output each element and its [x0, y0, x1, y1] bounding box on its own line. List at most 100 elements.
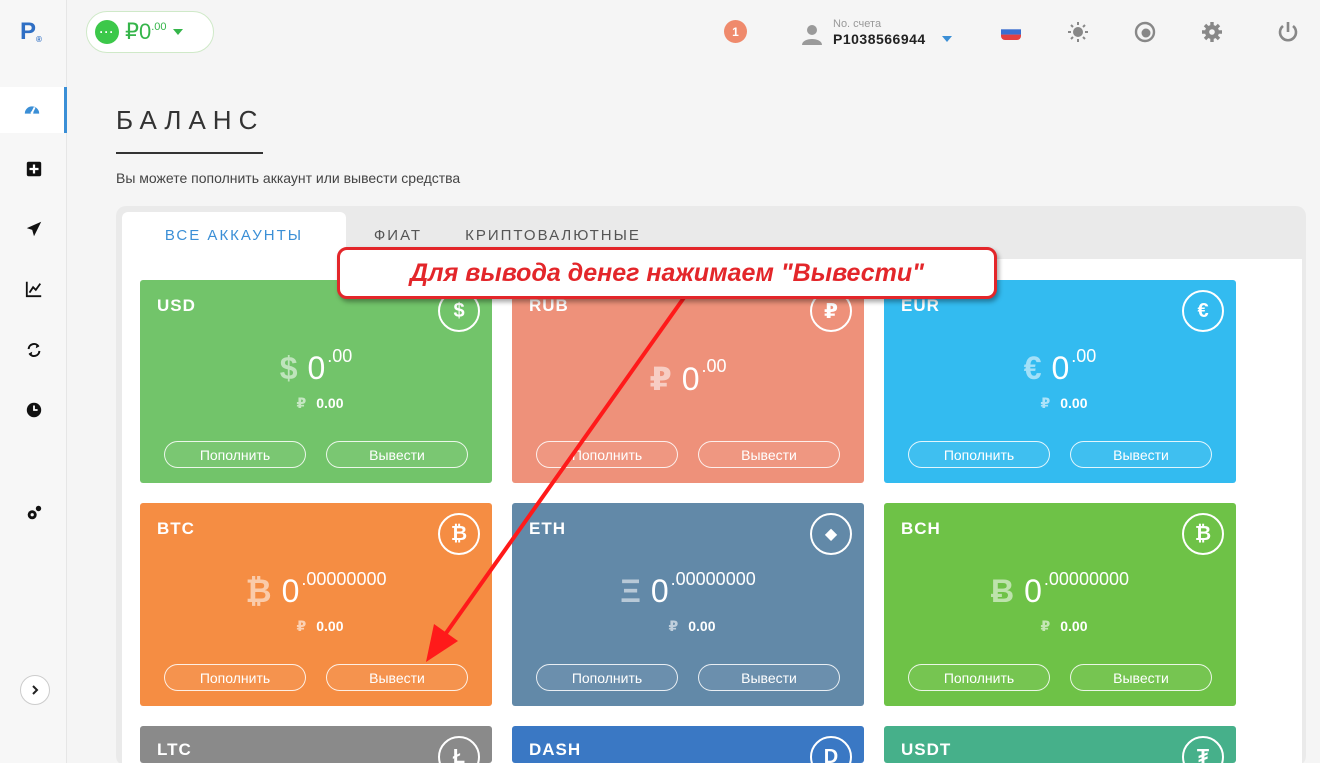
card-balance-frac: .00000000 — [301, 569, 387, 589]
card-currency-symbol: ₽ — [649, 361, 672, 397]
logout-button[interactable] — [1276, 20, 1300, 44]
dashboard-icon — [24, 106, 40, 115]
sidebar-item-add[interactable] — [0, 146, 67, 192]
logo-mark: ® — [36, 35, 42, 44]
sidebar-item-send[interactable] — [0, 206, 67, 252]
cogs-icon — [27, 505, 41, 520]
card-balance-frac: .00000000 — [670, 569, 756, 589]
deposit-button[interactable]: Пополнить — [536, 664, 678, 691]
account-selector[interactable]: No. счета P1038566944 — [800, 18, 960, 50]
account-label: No. счета — [833, 18, 882, 30]
card-balance-frac: .00 — [327, 346, 353, 366]
more-dots-icon: ··· — [95, 20, 119, 44]
withdraw-button[interactable]: Вывести — [326, 441, 468, 468]
balance-currency: ₽ — [125, 19, 139, 44]
logo-letter: P — [20, 18, 37, 45]
card-balance: $0.00 — [140, 346, 492, 387]
sidebar: P ® — [0, 0, 67, 763]
bitcoin-cash-icon: ₿ — [1182, 513, 1224, 555]
litecoin-icon: Ł — [438, 736, 480, 763]
rub-symbol: ₽ — [668, 618, 679, 634]
card-balance-int: 0 — [307, 350, 326, 386]
sun-icon — [1068, 22, 1088, 42]
card-currency-code: LTC — [157, 740, 192, 759]
user-icon — [802, 25, 822, 45]
sidebar-item-settings[interactable] — [0, 490, 67, 536]
card-balance: Ƀ 0.00000000 — [884, 569, 1236, 610]
account-card-rub: RUB ₽ ₽0.00 Пополнить Вывести — [512, 280, 864, 483]
notification-badge[interactable]: 1 — [724, 20, 747, 43]
card-balance-int: 0 — [650, 573, 669, 609]
page-title: БАЛАНС — [116, 105, 265, 135]
card-currency-symbol: $ — [279, 350, 298, 386]
sidebar-item-exchange[interactable] — [0, 327, 67, 373]
bitcoin-icon: ₿ — [438, 513, 480, 555]
tab-all-accounts[interactable]: ВСЕ АККАУНТЫ — [122, 212, 346, 259]
card-currency-symbol: Ƀ — [991, 573, 1015, 609]
rub-symbol: ₽ — [296, 618, 307, 634]
title-divider — [116, 152, 263, 154]
card-currency-code: USDT — [901, 740, 952, 759]
rub-value: 0.00 — [1060, 618, 1088, 634]
deposit-button[interactable]: Пополнить — [536, 441, 678, 468]
chart-line-icon — [25, 281, 41, 298]
balance-frac: .00 — [151, 21, 167, 33]
rub-value: 0.00 — [1060, 395, 1088, 411]
gear-icon — [1202, 22, 1222, 42]
dash-icon: D — [810, 736, 852, 763]
deposit-button[interactable]: Пополнить — [164, 441, 306, 468]
account-card-eur: EUR € €0.00 ₽0.00 Пополнить Вывести — [884, 280, 1236, 483]
card-balance: Ξ 0.00000000 — [512, 569, 864, 610]
balance-dropdown[interactable]: ··· ₽0.00 — [86, 11, 214, 53]
card-currency-code: BTC — [157, 519, 195, 538]
support-agent-icon — [1134, 21, 1156, 43]
euro-icon: € — [1182, 290, 1224, 332]
sidebar-item-dashboard[interactable] — [0, 87, 67, 133]
withdraw-button[interactable]: Вывести — [698, 664, 840, 691]
deposit-button[interactable]: Пополнить — [164, 664, 306, 691]
withdraw-button[interactable]: Вывести — [1070, 664, 1212, 691]
withdraw-button[interactable]: Вывести — [698, 441, 840, 468]
sidebar-item-history[interactable] — [0, 387, 67, 433]
caret-down-icon — [172, 29, 183, 35]
card-balance-int: 0 — [1024, 573, 1042, 609]
card-rub-equivalent: ₽0.00 — [884, 618, 1236, 635]
account-card-dash: DASH D — [512, 726, 864, 763]
settings-button[interactable] — [1200, 20, 1224, 44]
card-balance-frac: .00 — [701, 356, 727, 376]
power-icon — [1278, 22, 1298, 42]
card-currency-code: RUB — [529, 296, 569, 315]
rub-symbol: ₽ — [296, 395, 307, 411]
language-button[interactable] — [999, 20, 1023, 44]
support-button[interactable] — [1133, 20, 1157, 44]
deposit-button[interactable]: Пополнить — [908, 664, 1050, 691]
card-currency-code: EUR — [901, 296, 940, 315]
logo[interactable]: P ® — [20, 18, 50, 48]
sidebar-expand-button[interactable] — [20, 675, 50, 705]
card-currency-code: USD — [157, 296, 196, 315]
card-currency-code: BCH — [901, 519, 941, 538]
theme-toggle[interactable] — [1066, 20, 1090, 44]
deposit-button[interactable]: Пополнить — [908, 441, 1050, 468]
card-currency-symbol: Ξ — [620, 573, 641, 609]
balance-total: ₽0.00 — [125, 19, 167, 45]
balance-int: 0 — [139, 19, 152, 44]
withdraw-button[interactable]: Вывести — [1070, 441, 1212, 468]
ethereum-icon: ◆ — [810, 513, 852, 555]
card-balance: ₿ 0.00000000 — [140, 569, 492, 610]
chevron-right-icon — [32, 685, 39, 695]
card-rub-equivalent: ₽0.00 — [140, 618, 492, 635]
account-card-eth: ETH ◆ Ξ 0.00000000 ₽0.00 Пополнить Вывест… — [512, 503, 864, 706]
card-rub-equivalent: ₽0.00 — [884, 395, 1236, 412]
card-balance-int: 0 — [1051, 350, 1070, 386]
clock-icon — [26, 402, 41, 418]
card-balance-frac: .00000000 — [1043, 569, 1129, 589]
card-currency-code: DASH — [529, 740, 582, 759]
sidebar-item-chart[interactable] — [0, 266, 67, 312]
withdraw-button[interactable]: Вывести — [326, 664, 468, 691]
rub-symbol: ₽ — [1040, 395, 1051, 411]
annotation-callout: Для вывода денег нажимаем "Вывести" — [337, 247, 997, 299]
account-card-usdt: USDT ₮ — [884, 726, 1236, 763]
account-number: P1038566944 — [833, 31, 926, 47]
rub-value: 0.00 — [688, 618, 716, 634]
